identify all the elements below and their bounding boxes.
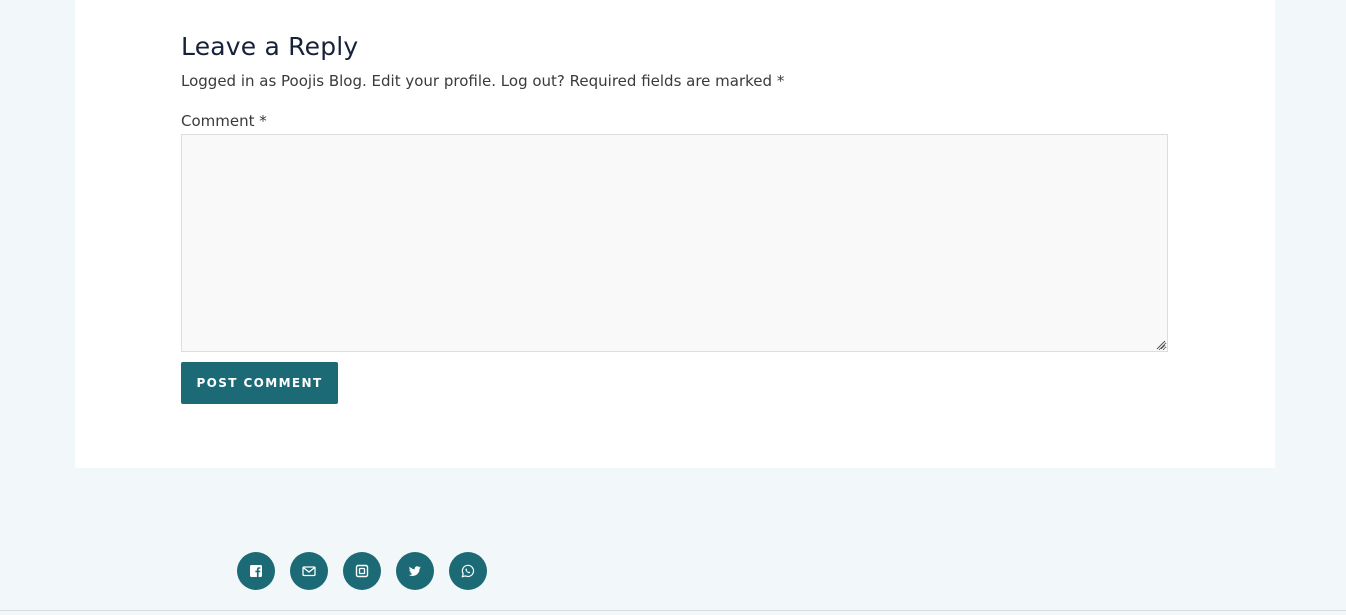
comment-label: Comment * [181,112,267,130]
facebook-icon [250,565,262,577]
edit-profile-link[interactable]: Edit your profile. [372,72,496,90]
whatsapp-button[interactable] [449,552,487,590]
instagram-button[interactable] [343,552,381,590]
twitter-button[interactable] [396,552,434,590]
comment-textarea[interactable] [181,134,1168,352]
footer-divider [0,610,1346,611]
logged-in-note: Logged in as Poojis Blog. Edit your prof… [181,72,784,90]
instagram-icon [355,564,369,578]
reply-title: Leave a Reply [181,32,359,61]
facebook-button[interactable] [237,552,275,590]
comment-form-card: Leave a Reply Logged in as Poojis Blog. … [75,0,1275,468]
whatsapp-icon [461,564,475,578]
twitter-icon [408,566,421,576]
email-button[interactable] [290,552,328,590]
page: Leave a Reply Logged in as Poojis Blog. … [0,0,1346,615]
post-comment-button[interactable]: POST COMMENT [181,362,338,404]
logged-in-as-link[interactable]: Logged in as Poojis Blog. [181,72,367,90]
required-fields-note: Required fields are marked * [569,72,785,90]
logout-link[interactable]: Log out? [501,72,565,90]
social-icons [237,552,487,590]
resize-grip-icon[interactable] [1154,338,1166,350]
mail-icon [302,566,316,577]
